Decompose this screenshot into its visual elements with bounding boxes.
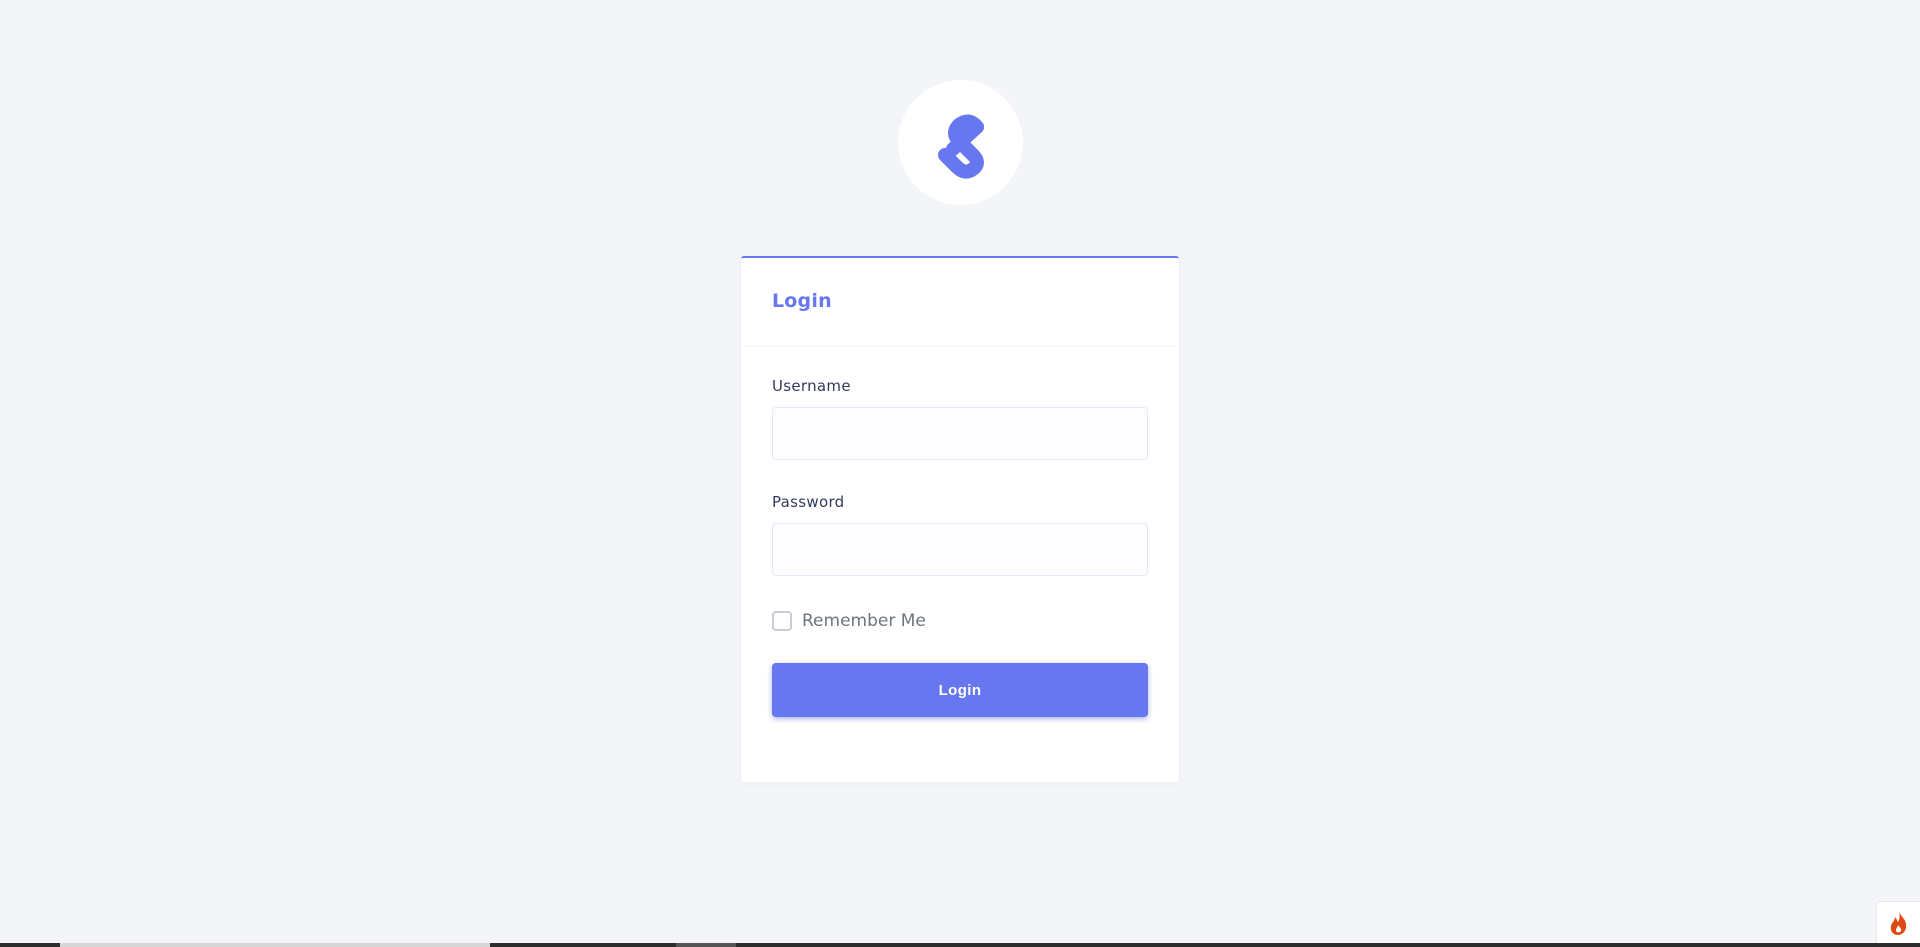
stisla-logo-icon bbox=[937, 114, 984, 179]
card-header: Login bbox=[741, 258, 1179, 347]
username-field[interactable] bbox=[772, 407, 1148, 460]
login-form: Username Password Remember Me Login bbox=[772, 377, 1148, 717]
card-body: Username Password Remember Me Login bbox=[741, 347, 1179, 717]
login-card: Login Username Password Remember Me Logi… bbox=[741, 256, 1179, 782]
login-button[interactable]: Login bbox=[772, 663, 1148, 717]
card-title: Login bbox=[772, 290, 832, 312]
password-field[interactable] bbox=[772, 523, 1148, 576]
flame-icon bbox=[1890, 910, 1906, 935]
password-label: Password bbox=[772, 493, 845, 511]
username-label: Username bbox=[772, 377, 851, 395]
toolbar-segment bbox=[676, 943, 736, 947]
toolbar-segment bbox=[60, 943, 490, 947]
logo bbox=[898, 80, 1023, 205]
bottom-toolbar-strip bbox=[0, 943, 1920, 947]
remember-me-label[interactable]: Remember Me bbox=[802, 611, 926, 631]
login-page: Login Username Password Remember Me Logi… bbox=[0, 0, 1920, 947]
debug-toolbar-button[interactable] bbox=[1876, 901, 1920, 943]
remember-me-row[interactable]: Remember Me bbox=[772, 609, 1148, 633]
remember-me-checkbox[interactable] bbox=[772, 611, 792, 631]
